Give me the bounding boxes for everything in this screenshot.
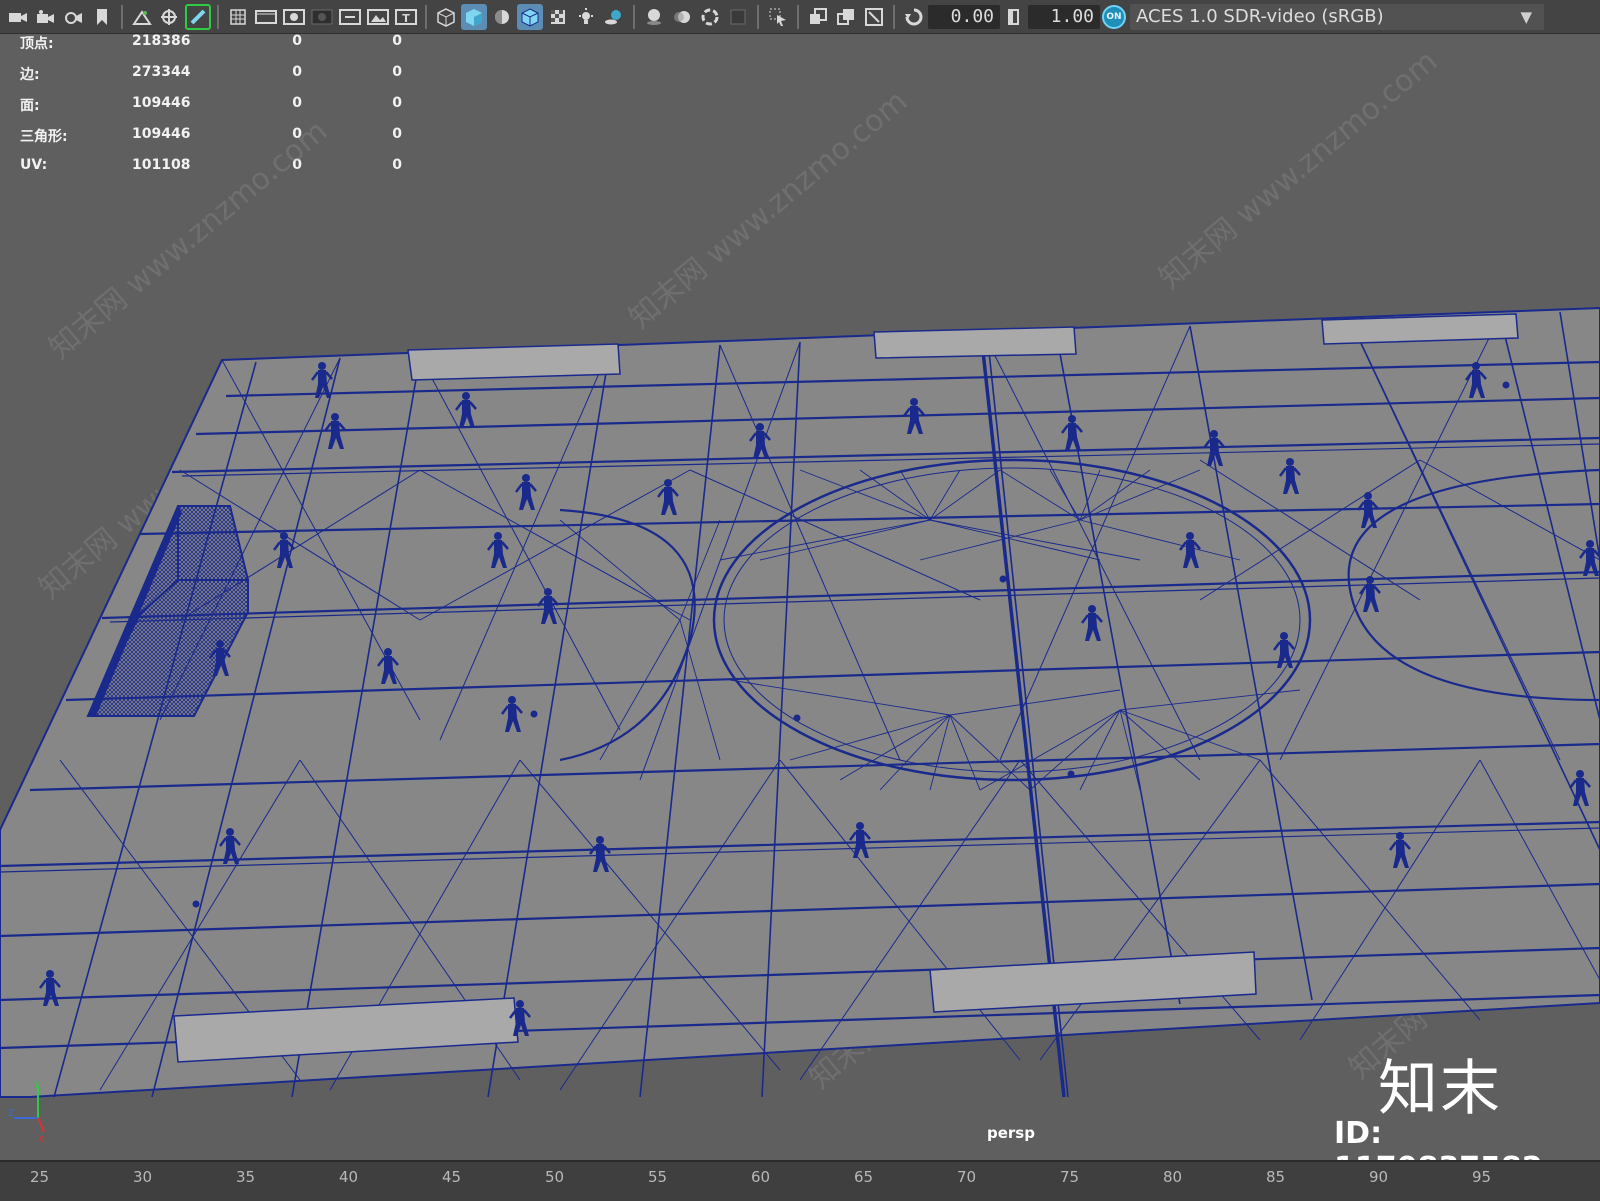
axis-label-y: Y bbox=[33, 1081, 40, 1091]
default-material-icon[interactable] bbox=[489, 4, 515, 30]
image-plane-icon[interactable] bbox=[129, 4, 155, 30]
view-axis-gizmo: Y Z X bbox=[8, 1081, 45, 1144]
watermark-text: 知末网 www.znzmo.com bbox=[623, 84, 914, 336]
motion-blur-icon[interactable] bbox=[669, 4, 695, 30]
ball bbox=[793, 714, 801, 722]
smooth-shade-icon[interactable] bbox=[461, 3, 487, 30]
side-box[interactable] bbox=[873, 326, 1077, 359]
timeline-tick-label: 70 bbox=[957, 1168, 977, 1186]
toolbar-divider bbox=[217, 4, 219, 29]
gamma-field[interactable]: 1.00 bbox=[1028, 4, 1100, 29]
grid-icon[interactable] bbox=[225, 4, 251, 30]
resolution-gate-icon[interactable] bbox=[281, 4, 307, 30]
toolbar-divider bbox=[633, 4, 635, 29]
watermark-text: 知末网 www.znzmo.com bbox=[43, 114, 334, 366]
gate-mask-icon[interactable] bbox=[309, 4, 335, 30]
isolate-select-icon[interactable] bbox=[765, 4, 791, 30]
ball bbox=[192, 900, 200, 908]
xray-joints-icon[interactable] bbox=[833, 4, 859, 30]
timeline-tick-label: 50 bbox=[545, 1168, 565, 1186]
camera-icon[interactable] bbox=[5, 4, 31, 30]
timeline-tick-label: 95 bbox=[1472, 1168, 1492, 1186]
timeline-tick-label: 60 bbox=[751, 1168, 771, 1186]
side-box[interactable] bbox=[407, 343, 621, 381]
chevron-down-icon: ▼ bbox=[1520, 7, 1532, 26]
side-box[interactable] bbox=[1321, 313, 1519, 345]
timeline-tick-label: 35 bbox=[236, 1168, 256, 1186]
exposure-field[interactable]: 0.00 bbox=[928, 4, 1000, 29]
camera-attributes-icon[interactable] bbox=[33, 4, 59, 30]
ball bbox=[1067, 770, 1075, 778]
2d-pan-zoom-icon[interactable] bbox=[157, 4, 183, 30]
timeline-tick-label: 80 bbox=[1163, 1168, 1183, 1186]
time-slider[interactable]: 25 30 35 40 45 50 55 60 65 70 75 80 85 90 95 bbox=[0, 1160, 1600, 1201]
toolbar-divider bbox=[797, 4, 799, 29]
screen-space-ao-icon[interactable] bbox=[641, 4, 667, 30]
timeline-tick-label: 45 bbox=[442, 1168, 462, 1186]
watermark-logo: 知末 bbox=[1378, 1054, 1502, 1124]
viewport-toolbar: T 0.00 1.00 ON ACES 1.0 SDR-video (sRGB)… bbox=[0, 0, 1600, 34]
perspective-viewport[interactable]: 知末网 www.znzmo.com 知末网 www.znzmo.com 知末网 ww… bbox=[0, 34, 1600, 1160]
axis-label-x: X bbox=[38, 1135, 44, 1144]
toolbar-divider bbox=[893, 4, 895, 29]
film-gate-icon[interactable] bbox=[253, 4, 279, 30]
timeline-tick-label: 75 bbox=[1060, 1168, 1080, 1186]
timeline-tick-label: 30 bbox=[133, 1168, 153, 1186]
watermark-text: 知末网 www.znzmo.com bbox=[1153, 44, 1444, 296]
xray-icon[interactable] bbox=[805, 4, 831, 30]
ball bbox=[1502, 381, 1510, 389]
multisample-aa-icon[interactable] bbox=[697, 4, 723, 30]
depth-of-field-icon[interactable] bbox=[725, 4, 751, 30]
toolbar-divider bbox=[425, 4, 427, 29]
safe-action-icon[interactable] bbox=[365, 4, 391, 30]
view-transform-value: ACES 1.0 SDR-video (sRGB) bbox=[1136, 5, 1384, 27]
textured-icon[interactable] bbox=[545, 4, 571, 30]
camera-bookmark-icon[interactable] bbox=[61, 4, 87, 30]
timeline-tick-label: 55 bbox=[648, 1168, 668, 1186]
bookmark-icon[interactable] bbox=[89, 4, 115, 30]
use-all-lights-icon[interactable] bbox=[573, 4, 599, 30]
xray-active-components-icon[interactable] bbox=[861, 4, 887, 30]
safe-title-icon[interactable]: T bbox=[393, 4, 419, 30]
grease-pencil-icon[interactable] bbox=[185, 3, 211, 30]
timeline-tick-label: 25 bbox=[30, 1168, 50, 1186]
wireframe-on-shaded-icon[interactable] bbox=[517, 3, 543, 30]
color-management-toggle[interactable]: ON bbox=[1102, 4, 1126, 29]
wireframe-icon[interactable] bbox=[433, 4, 459, 30]
gamma-icon[interactable] bbox=[1001, 4, 1027, 30]
axis-label-z: Z bbox=[8, 1109, 14, 1119]
timeline-ticks: 25 30 35 40 45 50 55 60 65 70 75 80 85 90 95 bbox=[0, 1162, 1600, 1201]
timeline-tick-label: 40 bbox=[339, 1168, 359, 1186]
toolbar-divider bbox=[757, 4, 759, 29]
shadows-icon[interactable] bbox=[601, 4, 627, 30]
camera-name-label: persp bbox=[987, 1124, 1035, 1142]
timeline-tick-label: 85 bbox=[1266, 1168, 1286, 1186]
exposure-icon[interactable] bbox=[901, 4, 927, 30]
view-transform-dropdown[interactable]: ACES 1.0 SDR-video (sRGB) ▼ bbox=[1130, 3, 1544, 30]
toolbar-divider bbox=[121, 4, 123, 29]
svg-text:T: T bbox=[402, 12, 410, 25]
timeline-tick-label: 90 bbox=[1369, 1168, 1389, 1186]
ball bbox=[999, 575, 1007, 583]
field-chart-icon[interactable] bbox=[337, 4, 363, 30]
timeline-tick-label: 65 bbox=[854, 1168, 874, 1186]
football-field-mesh[interactable] bbox=[0, 306, 1600, 1098]
ball bbox=[530, 710, 538, 718]
